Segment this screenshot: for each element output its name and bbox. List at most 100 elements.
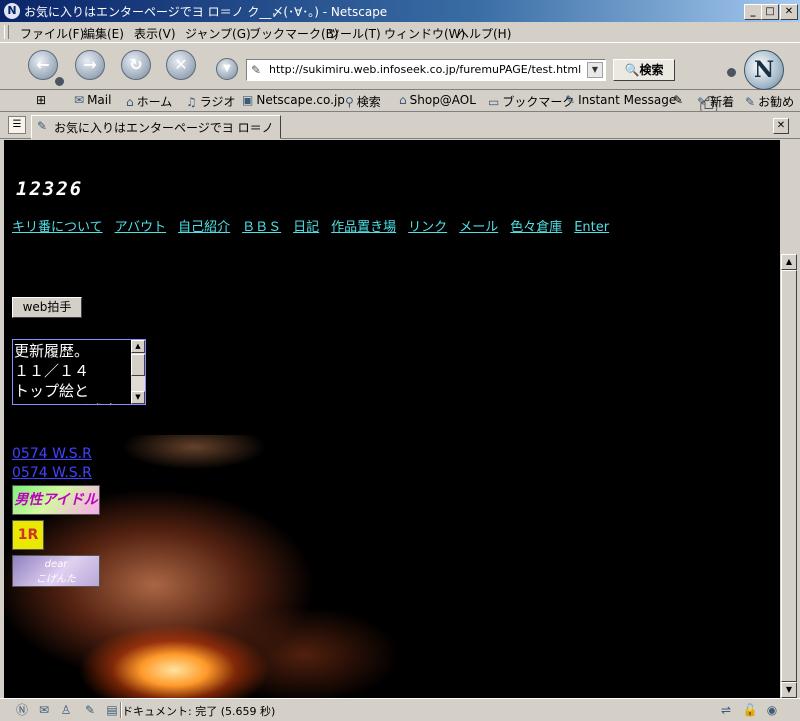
- navigation-toolbar: ← → ↻ ✕ ▼ ✎ ▼ 🔍検索 ⎙: [0, 42, 800, 118]
- netscape-app-icon[interactable]: N: [4, 3, 20, 19]
- link-diary[interactable]: 日記: [293, 220, 319, 235]
- minimize-button[interactable]: _: [744, 4, 762, 20]
- banner-1r[interactable]: 1R: [12, 520, 44, 550]
- menu-view[interactable]: 表示(V): [134, 25, 176, 42]
- visitor-counter: 12326: [16, 178, 84, 200]
- history-scroll-thumb[interactable]: [131, 354, 145, 376]
- link-storage[interactable]: 色々倉庫: [510, 220, 562, 235]
- toolbar-instant-message[interactable]: ✎ Instant Message: [565, 93, 676, 107]
- web-clap-button[interactable]: web拍手: [12, 297, 82, 318]
- url-history-button[interactable]: ▼: [216, 58, 238, 80]
- window-title: お気に入りはエンターページでヨ ロ＝ノ ク__〆(･∀･｡) - Netscap…: [24, 5, 388, 19]
- arrow-left-icon: ←: [36, 55, 50, 74]
- page-link-icon: ✎: [37, 119, 48, 133]
- link-enter[interactable]: Enter: [574, 220, 609, 235]
- netscape-logo[interactable]: N: [744, 50, 784, 90]
- chevron-down-icon: ▼: [223, 63, 231, 74]
- toolbar-link-icon[interactable]: ✎: [673, 93, 683, 107]
- banner-dear-line2: こげんた: [36, 574, 76, 585]
- banner-dear-kogenta[interactable]: dear こげんた: [12, 555, 100, 587]
- home-icon: ⌂: [126, 95, 134, 109]
- folder-icon: ▭: [488, 95, 500, 109]
- reload-button[interactable]: ↻: [121, 50, 151, 80]
- link-mail[interactable]: メール: [459, 220, 498, 235]
- page-content: 12326 キリ番について アバウト 自己紹介 ＢＢＳ 日記 作品置き場 リンク メール 色々倉…: [4, 140, 780, 698]
- title-bar: N お気に入りはエンターページでヨ ロ＝ノ ク__〆(･∀･｡) - Netsc…: [0, 0, 800, 22]
- banner-male-idol[interactable]: 男性アイドル: [12, 485, 100, 515]
- browser-tab[interactable]: ✎ お気に入りはエンターページでヨ ロ＝ノ ク__...: [31, 115, 281, 139]
- shop-icon: ⌂: [399, 93, 407, 107]
- link-bbs[interactable]: ＢＢＳ: [242, 220, 281, 235]
- history-scrollbar[interactable]: ▲ ▼: [131, 340, 145, 404]
- toolbar-bookmarks[interactable]: ▭ ブックマーク: [488, 93, 574, 110]
- toolbar-home[interactable]: ⌂ ホーム: [126, 93, 172, 110]
- back-button[interactable]: ←: [28, 50, 58, 80]
- menu-help[interactable]: ヘルプ(H): [457, 25, 511, 42]
- link-links[interactable]: リンク: [408, 220, 447, 235]
- banner-dear-line1: dear: [44, 559, 68, 570]
- stop-button[interactable]: ✕: [166, 50, 196, 80]
- toolbar-home-tab-icon[interactable]: ⊞: [36, 93, 46, 107]
- menu-tools[interactable]: ツール(T): [328, 25, 381, 42]
- update-history-box[interactable]: 更新履歴。 １１／１４ トップ絵と フレーム形式変 ▲ ▼: [12, 339, 146, 405]
- address-book-icon[interactable]: ▤: [104, 702, 120, 718]
- search-button[interactable]: 🔍検索: [613, 59, 675, 81]
- scroll-up-icon[interactable]: ▲: [781, 254, 797, 270]
- online-status-icon[interactable]: ⇌: [718, 702, 734, 718]
- aim-icon[interactable]: ♙: [58, 702, 74, 718]
- forward-button[interactable]: →: [75, 50, 105, 80]
- scroll-down-icon[interactable]: ▼: [131, 391, 145, 404]
- url-dropdown-icon[interactable]: ▼: [587, 62, 603, 78]
- headphones-icon: ♫: [186, 95, 197, 109]
- security-icon[interactable]: 🔓: [742, 702, 758, 718]
- reload-icon: ↻: [129, 55, 143, 74]
- menu-bookmarks[interactable]: ブックマーク(B): [249, 25, 339, 42]
- toolbar-netscape[interactable]: ▣ Netscape.co.jp: [242, 93, 345, 107]
- toolbar-recommend[interactable]: ✎ お勧め: [745, 93, 794, 110]
- link-about[interactable]: アバウト: [115, 220, 166, 235]
- privacy-icon[interactable]: ◉: [764, 702, 780, 718]
- status-bar: Ⓝ ✉ ♙ ✎ ▤ ドキュメント: 完了 (5.659 秒) ⇌ 🔓 ◉: [0, 698, 800, 721]
- menu-file[interactable]: ファイル(F): [20, 25, 84, 42]
- mail-icon[interactable]: ✉: [36, 702, 52, 718]
- composer-icon[interactable]: ✎: [82, 702, 98, 718]
- stop-icon: ✕: [174, 55, 188, 74]
- menu-go[interactable]: ジャンプ(G): [185, 25, 251, 42]
- back-dropdown-icon[interactable]: [54, 76, 65, 87]
- toolbar-shop[interactable]: ⌂ Shop@AOL: [399, 93, 476, 107]
- tab-strip: ☰ ✎ お気に入りはエンターページでヨ ロ＝ノ ク__...: [0, 112, 800, 139]
- page-scrollbar[interactable]: ▲ ▼: [780, 254, 797, 698]
- site-navigation: キリ番について アバウト 自己紹介 ＢＢＳ 日記 作品置き場 リンク メール 色々倉庫 Enter: [12, 216, 621, 235]
- url-bar[interactable]: ✎ ▼: [246, 59, 606, 81]
- toolbar-new[interactable]: ✎ 新着: [697, 93, 734, 110]
- my-icon: ▣: [242, 93, 254, 107]
- close-window-button[interactable]: ✕: [780, 4, 798, 20]
- tab-label: お気に入りはエンターページでヨ ロ＝ノ ク__...: [54, 121, 276, 135]
- page-icon: ✎: [251, 63, 262, 77]
- menu-window[interactable]: ウィンドウ(W): [384, 25, 465, 42]
- link-works[interactable]: 作品置き場: [331, 220, 396, 235]
- mail-icon: ✉: [74, 93, 85, 107]
- maximize-button[interactable]: □: [761, 4, 779, 20]
- new-tab-icon[interactable]: ☰: [8, 116, 26, 134]
- link-0574-wsr-2[interactable]: 0574 W.S.R: [12, 465, 92, 481]
- toolbar-search[interactable]: ⚲ 検索: [345, 93, 381, 110]
- toolbar-radio[interactable]: ♫ ラジオ: [186, 93, 236, 110]
- print-dropdown-icon[interactable]: [726, 67, 737, 78]
- link-0574-wsr[interactable]: 0574 W.S.R: [12, 446, 92, 462]
- toolbar-grip[interactable]: [4, 25, 9, 39]
- navigator-icon[interactable]: Ⓝ: [14, 702, 30, 718]
- menu-edit[interactable]: 編集(E): [83, 25, 124, 42]
- search-button-label: 検索: [639, 63, 664, 77]
- search-icon: 🔍: [624, 63, 640, 77]
- link-profile[interactable]: 自己紹介: [178, 220, 230, 235]
- link-kiriban[interactable]: キリ番について: [12, 220, 103, 235]
- status-message: ドキュメント: 完了 (5.659 秒): [122, 705, 276, 718]
- page-scroll-thumb[interactable]: [781, 270, 797, 682]
- scroll-down-icon[interactable]: ▼: [781, 682, 797, 698]
- url-input[interactable]: [269, 62, 581, 77]
- scroll-up-icon[interactable]: ▲: [131, 340, 145, 353]
- close-tab-button[interactable]: ✕: [773, 118, 789, 134]
- toolbar-mail[interactable]: ✉ Mail: [74, 93, 111, 107]
- menu-bar: ファイル(F) 編集(E) 表示(V) ジャンプ(G) ブックマーク(B) ツー…: [0, 22, 800, 42]
